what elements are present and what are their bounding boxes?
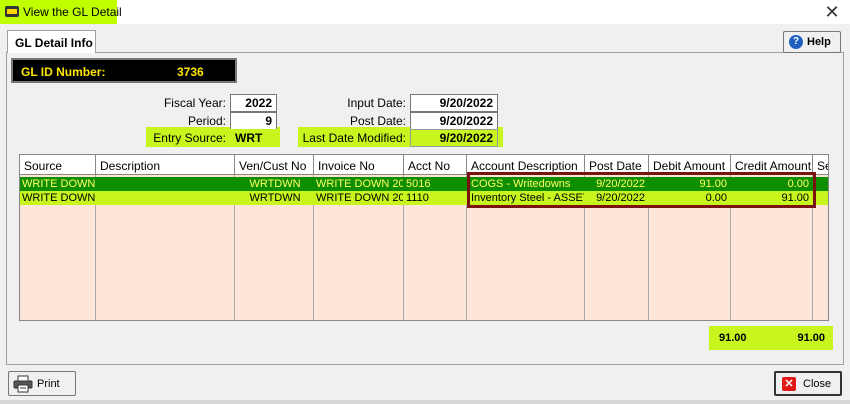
total-credit: 91.00 [797, 332, 825, 344]
gl-id-label: GL ID Number: [21, 65, 106, 79]
print-button[interactable]: Print [8, 371, 76, 396]
cell-description [96, 177, 234, 191]
last-modified-label: Last Date Modified: [302, 131, 406, 145]
app-icon [5, 6, 19, 17]
input-date-field: 9/20/2022 [410, 94, 498, 112]
col-header-description[interactable]: Description [96, 155, 235, 175]
cell-description [96, 191, 234, 205]
cell-ven-cust-no: WRTDWN [249, 178, 301, 190]
gl-id-box: GL ID Number: 3736 [11, 58, 237, 83]
help-label: Help [807, 36, 831, 48]
cell-acct-no: 5016 [406, 178, 431, 190]
post-date-label: Post Date: [349, 114, 406, 128]
printer-icon [13, 375, 33, 393]
fiscal-year-label: Fiscal Year: [163, 96, 226, 110]
cell-source: WRITE DOWN [22, 178, 95, 190]
cell-invoice-no: WRITE DOWN 20 [316, 192, 403, 204]
cell-invoice-no: WRITE DOWN 20 [316, 178, 403, 190]
print-label: Print [37, 378, 60, 390]
help-icon: ? [789, 35, 803, 49]
fiscal-year-field: 2022 [230, 94, 277, 112]
post-date-field: 9/20/2022 [410, 112, 498, 130]
gl-id-value: 3736 [177, 65, 204, 79]
window-title: View the GL Detail [23, 5, 122, 19]
cell-ven-cust-no: WRTDWN [249, 192, 301, 204]
col-header-invoice-no[interactable]: Invoice No [314, 155, 404, 175]
tab-gl-detail-info[interactable]: GL Detail Info [7, 30, 96, 53]
title-bar: View the GL Detail ✕ [0, 0, 850, 24]
entry-source-field: WRT [230, 129, 277, 147]
close-icon: ✕ [782, 377, 796, 391]
totals-bar: 91.00 91.00 [709, 326, 833, 350]
bottom-strip [0, 400, 850, 404]
help-button[interactable]: ? Help [783, 31, 841, 53]
col-header-acct-no[interactable]: Acct No [404, 155, 467, 175]
last-modified-field: 9/20/2022 [410, 129, 498, 147]
entry-source-label: Entry Source: [153, 131, 226, 145]
close-label: Close [803, 378, 832, 390]
col-header-ven-cust-no[interactable]: Ven/Cust No [235, 155, 314, 175]
window-close-icon[interactable]: ✕ [820, 1, 844, 23]
close-button[interactable]: ✕ Close [774, 371, 842, 396]
total-debit: 91.00 [719, 332, 747, 344]
cell-acct-no: 1110 [406, 192, 429, 204]
col-header-source[interactable]: Source [20, 155, 96, 175]
input-date-label: Input Date: [347, 96, 406, 110]
period-field: 9 [230, 112, 277, 130]
cell-source: WRITE DOWN [22, 192, 95, 204]
annotation-highlight-box [467, 172, 816, 208]
period-label: Period: [187, 114, 226, 128]
